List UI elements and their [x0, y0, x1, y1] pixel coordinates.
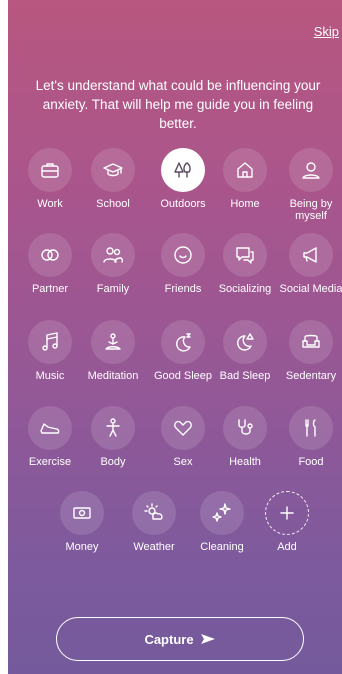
utensils-icon	[305, 419, 316, 437]
category-label: Being by myself	[289, 198, 333, 222]
megaphone-icon	[303, 247, 317, 263]
intro-text: Let's understand what could be influenci…	[35, 78, 321, 131]
category-label: Social Media	[279, 283, 342, 295]
category-button[interactable]	[132, 491, 176, 535]
category-button[interactable]	[91, 320, 135, 364]
trees-icon	[174, 162, 191, 178]
category-label: Meditation	[87, 370, 139, 382]
category-label: Sedentary	[285, 370, 337, 382]
category-label: Food	[298, 456, 324, 468]
people-icon	[103, 247, 124, 263]
category-label: Add	[277, 541, 297, 553]
category-button[interactable]	[28, 233, 72, 277]
category-button[interactable]	[161, 320, 205, 364]
speech-bubbles-icon	[236, 247, 254, 264]
stethoscope-icon	[238, 419, 253, 435]
armchair-icon	[302, 334, 320, 348]
category-button[interactable]	[223, 320, 267, 364]
category-label: Weather	[133, 541, 175, 553]
category-button[interactable]	[91, 233, 135, 277]
category-button[interactable]	[289, 406, 333, 450]
category-button[interactable]	[28, 406, 72, 450]
sparkles-icon	[212, 503, 231, 522]
category-button[interactable]	[289, 233, 333, 277]
capture-button[interactable]: Capture	[56, 617, 304, 661]
body-icon	[106, 418, 120, 437]
music-note-icon	[42, 332, 58, 351]
category-button[interactable]	[91, 406, 135, 450]
send-arrow-icon	[200, 634, 215, 644]
skip-link[interactable]: Skip	[314, 24, 339, 39]
capture-label: Capture	[144, 631, 194, 647]
category-button[interactable]	[161, 233, 205, 277]
category-button[interactable]	[60, 491, 104, 535]
category-button[interactable]	[161, 148, 205, 192]
category-button[interactable]	[200, 491, 244, 535]
house-icon	[237, 162, 253, 178]
category-button[interactable]	[28, 320, 72, 364]
category-label: Socializing	[218, 283, 272, 295]
category-label: Family	[96, 283, 130, 295]
category-button[interactable]	[223, 148, 267, 192]
heart-icon	[174, 420, 192, 436]
screen: Skip Let's understand what could be infl…	[8, 0, 342, 674]
category-button[interactable]	[91, 148, 135, 192]
category-label: Bad Sleep	[219, 370, 271, 382]
category-button[interactable]	[289, 148, 333, 192]
category-label: School	[96, 198, 130, 210]
plus-icon	[280, 506, 294, 520]
briefcase-icon	[41, 163, 59, 178]
money-icon	[73, 507, 91, 519]
sneaker-icon	[40, 423, 60, 434]
category-label: Home	[230, 198, 260, 210]
category-button[interactable]	[265, 491, 309, 535]
category-button[interactable]	[161, 406, 205, 450]
category-button[interactable]	[289, 320, 333, 364]
meditation-icon	[105, 333, 121, 350]
graduation-cap-icon	[103, 163, 123, 177]
category-button[interactable]	[223, 406, 267, 450]
sun-cloud-icon	[144, 503, 163, 520]
category-button[interactable]	[223, 233, 267, 277]
category-button[interactable]	[28, 148, 72, 192]
moon-warning-icon	[237, 333, 254, 351]
category-label: Body	[100, 456, 126, 468]
category-label: Money	[65, 541, 99, 553]
person-icon	[302, 162, 320, 179]
moon-zzz-icon	[176, 333, 191, 352]
rings-icon	[41, 249, 59, 261]
category-label: Health	[229, 456, 261, 468]
chat-bubble-icon	[174, 246, 192, 264]
category-label: Cleaning	[200, 541, 244, 553]
